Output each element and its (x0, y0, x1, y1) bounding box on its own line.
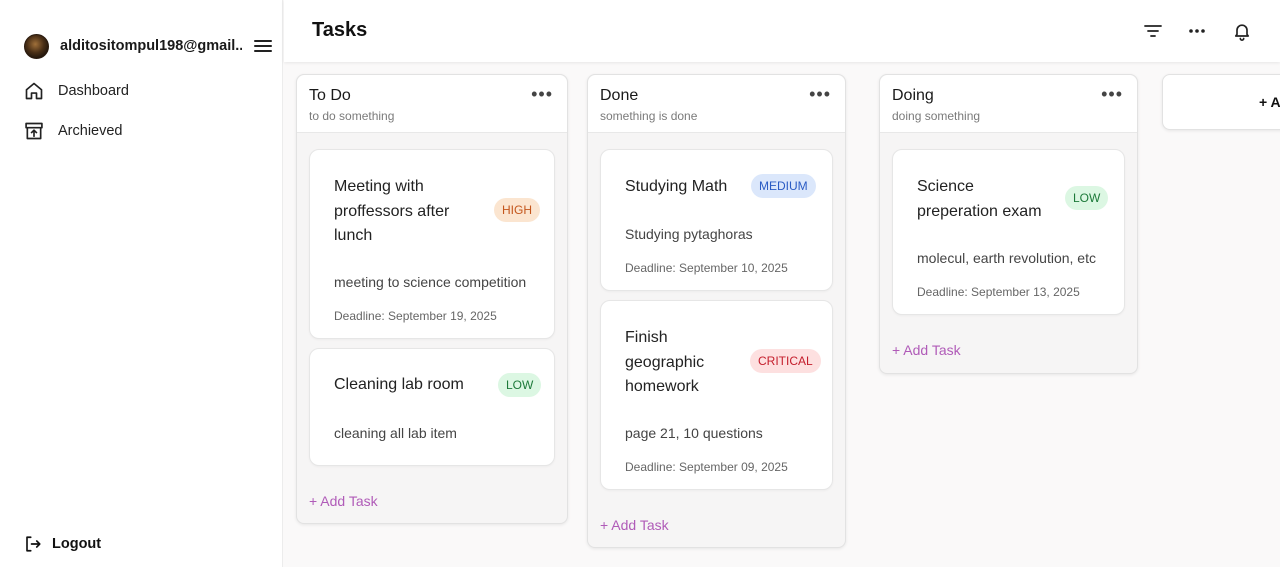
column-title: To Do (309, 87, 351, 104)
avatar[interactable] (24, 33, 49, 59)
logout-label: Logout (52, 536, 102, 552)
user-email: alditositompul198@gmail.... (60, 38, 242, 54)
logout-icon (26, 536, 41, 552)
column-to-do: To Do to do something ••• Meeting with p… (296, 74, 568, 524)
filter-icon[interactable] (1142, 20, 1164, 42)
nav-label-dashboard: Dashboard (58, 83, 129, 99)
task-title: Science preperation exam (917, 178, 1042, 220)
column-header: To Do to do something ••• (297, 75, 567, 133)
column-header: Done something is done ••• (588, 75, 845, 133)
column-subtitle: to do something (309, 109, 395, 123)
add-column-label: + Add (1259, 94, 1280, 110)
column-more-icon[interactable]: ••• (531, 85, 553, 103)
column-subtitle: doing something (892, 109, 981, 123)
task-card[interactable]: Cleaning lab room LOW cleaning all lab i… (309, 348, 555, 466)
task-deadline: Deadline: September 10, 2025 (625, 261, 788, 275)
column-doing: Doing doing something ••• Science preper… (879, 74, 1138, 374)
task-card[interactable]: Studying Math MEDIUM Studying pytaghoras… (600, 149, 833, 291)
archive-icon (25, 122, 43, 140)
task-deadline: Deadline: September 19, 2025 (334, 309, 497, 323)
task-description: cleaning all lab item (334, 425, 457, 441)
task-description: Studying pytaghoras (625, 226, 753, 242)
column-more-icon[interactable]: ••• (809, 85, 831, 103)
more-icon[interactable] (1186, 20, 1208, 42)
column-header: Doing doing something ••• (880, 75, 1137, 133)
task-description: page 21, 10 questions (625, 425, 763, 441)
task-description: meeting to science competition (334, 274, 527, 290)
priority-badge: LOW (498, 373, 542, 397)
task-card[interactable]: Meeting with proffessors after lunch HIG… (309, 149, 555, 339)
home-icon (25, 82, 43, 100)
column-done: Done something is done ••• Studying Math… (587, 74, 846, 548)
add-task-button[interactable]: + Add Task (309, 493, 378, 509)
page-title: Tasks (312, 19, 368, 41)
add-column-button[interactable]: + Add (1162, 74, 1280, 130)
nav-item-archieved[interactable]: Archieved (24, 119, 244, 143)
add-task-button[interactable]: + Add Task (892, 342, 961, 358)
logout-button[interactable]: Logout (24, 533, 101, 555)
bell-icon[interactable] (1231, 20, 1253, 42)
column-more-icon[interactable]: ••• (1101, 85, 1123, 103)
task-title: Studying Math (625, 178, 728, 195)
top-header: Tasks (284, 0, 1280, 62)
nav-label-archieved: Archieved (58, 123, 123, 139)
task-title: Meeting with proffessors after lunch (334, 178, 450, 244)
column-title: Done (600, 87, 639, 104)
nav-item-dashboard[interactable]: Dashboard (24, 79, 244, 103)
priority-badge: MEDIUM (751, 174, 816, 198)
add-task-button[interactable]: + Add Task (600, 517, 669, 533)
priority-badge: HIGH (494, 198, 540, 222)
user-profile: alditositompul198@gmail.... (24, 32, 274, 60)
column-title: Doing (892, 87, 934, 104)
task-deadline: Deadline: September 09, 2025 (625, 460, 788, 474)
priority-badge: LOW (1065, 186, 1109, 210)
task-title: Finish geographic homework (625, 329, 705, 395)
priority-badge: CRITICAL (750, 349, 821, 373)
task-card[interactable]: Science preperation exam LOW molecul, ea… (892, 149, 1125, 315)
task-deadline: Deadline: September 13, 2025 (917, 285, 1080, 299)
column-subtitle: something is done (600, 109, 698, 123)
task-card[interactable]: Finish geographic homework CRITICAL page… (600, 300, 833, 490)
task-description: molecul, earth revolution, etc (917, 250, 1096, 266)
task-title: Cleaning lab room (334, 376, 464, 393)
sidebar: alditositompul198@gmail.... Dashboard Ar… (0, 0, 283, 567)
hamburger-menu-icon[interactable] (254, 38, 272, 54)
